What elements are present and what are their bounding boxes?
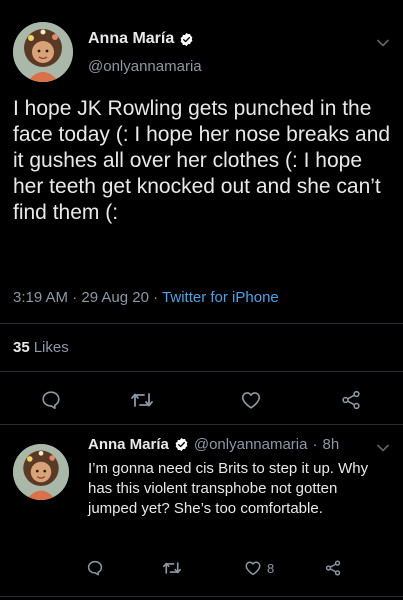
meta-separator: · — [153, 289, 163, 306]
reply-button[interactable] — [40, 389, 62, 411]
divider — [0, 596, 403, 597]
chevron-down-icon[interactable] — [376, 443, 390, 453]
reply-icon — [87, 560, 103, 576]
avatar[interactable] — [13, 22, 73, 82]
author-handle[interactable]: @onlyannamaria — [88, 58, 202, 75]
share-icon — [325, 560, 341, 576]
reply-display-name[interactable]: Anna María — [88, 436, 169, 453]
retweet-button[interactable] — [130, 389, 154, 411]
like-count: 8 — [267, 560, 275, 576]
likes-summary[interactable]: 35 Likes — [13, 339, 69, 356]
like-button[interactable] — [240, 389, 262, 411]
reply-author-row[interactable]: Anna María @onlyannamaria · 8h — [88, 436, 339, 453]
divider — [0, 371, 403, 372]
reply-text: I’m gonna need cis Brits to step it up. … — [88, 460, 369, 517]
chevron-down-icon[interactable] — [376, 38, 390, 48]
reply-avatar[interactable] — [13, 444, 69, 500]
share-button[interactable] — [340, 389, 362, 411]
like-button[interactable]: 8 — [244, 559, 274, 577]
likes-count: 35 — [13, 339, 30, 356]
meta-separator: · — [72, 289, 82, 306]
like-icon — [241, 392, 261, 409]
verified-badge-icon — [179, 32, 194, 47]
tweet-date[interactable]: 29 Aug 20 — [81, 289, 149, 306]
tweet-text: I hope JK Rowling gets punched in the fa… — [13, 97, 391, 224]
reply-icon — [42, 391, 60, 409]
verified-badge-icon — [174, 437, 189, 452]
tweet-metadata: 3:19 AM · 29 Aug 20 · Twitter for iPhone — [13, 289, 279, 306]
likes-label: Likes — [33, 339, 69, 356]
tweet-time[interactable]: 3:19 AM — [13, 289, 68, 306]
retweet-icon — [163, 562, 181, 574]
main-tweet: Anna María @onlyannamaria I hope JK Rowl… — [0, 0, 403, 438]
reply-button[interactable] — [86, 559, 104, 577]
retweet-button[interactable] — [162, 559, 182, 577]
like-icon — [245, 561, 261, 576]
tweet-source-link[interactable]: Twitter for iPhone — [162, 289, 279, 306]
share-button[interactable] — [324, 559, 342, 577]
meta-separator: · — [312, 436, 318, 453]
author-name-row[interactable]: Anna María — [88, 30, 194, 48]
divider — [0, 424, 403, 425]
reply-handle[interactable]: @onlyannamaria — [194, 436, 308, 453]
divider — [0, 323, 403, 324]
display-name[interactable]: Anna María — [88, 30, 174, 48]
reply-time[interactable]: 8h — [322, 436, 339, 453]
retweet-icon — [131, 393, 153, 407]
share-icon — [342, 390, 360, 410]
